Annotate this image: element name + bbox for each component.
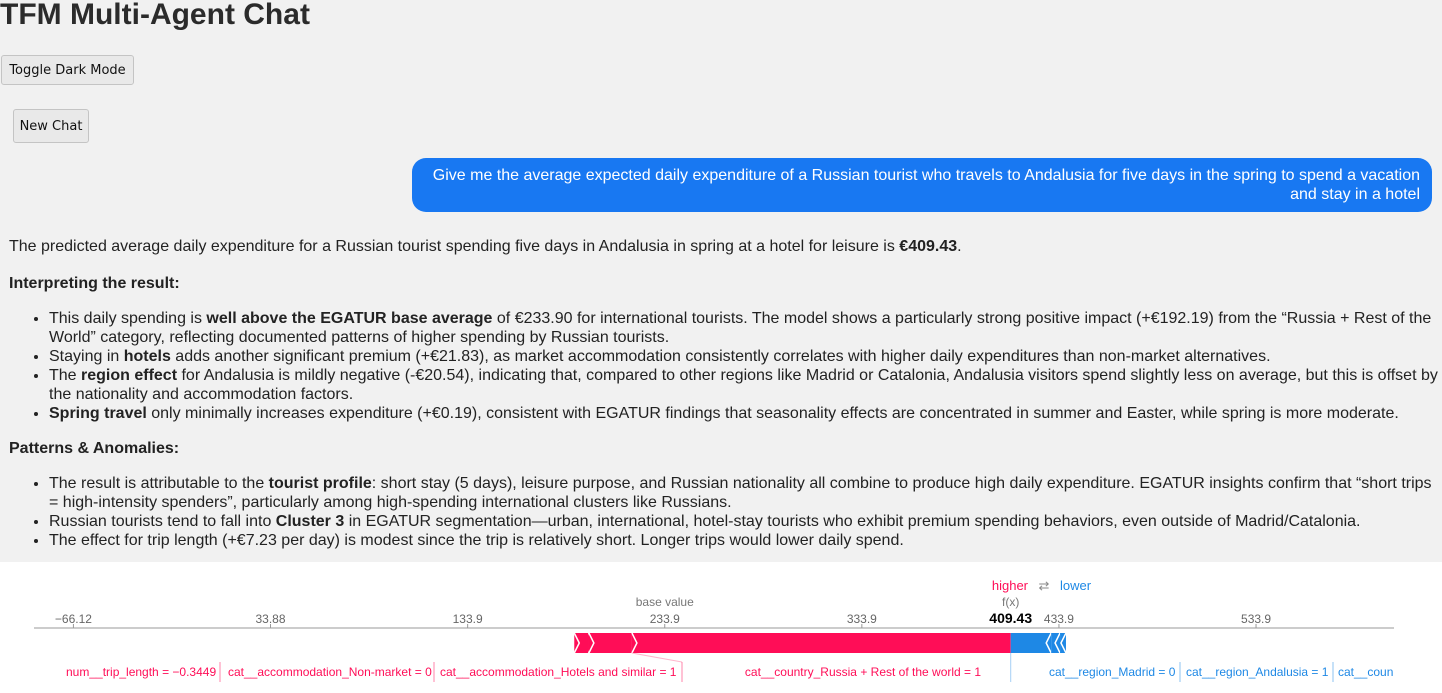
answer-intro-value: €409.43 — [899, 238, 958, 255]
legend-arrows-icon: ⇄ — [1039, 578, 1050, 593]
list-item-bold: Spring travel — [49, 405, 147, 422]
list-item-text: in EGATUR segmentation—urban, internatio… — [344, 513, 1361, 530]
axis-ticks: −66.12 33.88 133.9 233.9 333.9 433.9 533.9 — [55, 612, 1271, 628]
legend-higher: higher — [992, 578, 1029, 593]
fx-label: f(x) — [1002, 595, 1019, 609]
axis-tick-label: 133.9 — [453, 612, 483, 626]
force-plot-svg: higher ⇄ lower base value f(x) 409.43 −6… — [34, 578, 1394, 682]
feature-label-lower: cat__region_Andalusia = 1 — [1186, 665, 1329, 679]
list-item-text: for Andalusia is mildly negative (-€20.5… — [49, 367, 1438, 403]
force-bar-higher — [588, 633, 632, 653]
list-item: The result is attributable to the touris… — [49, 474, 1439, 512]
list-item: Russian tourists tend to fall into Clust… — [49, 512, 1439, 531]
axis-tick-label: 533.9 — [1241, 612, 1271, 626]
force-bar-higher — [631, 633, 1011, 653]
list-item-text: This daily spending is — [49, 310, 207, 327]
feature-label-higher: cat__accommodation_Non-market = 0 — [228, 665, 432, 679]
list-item: Spring travel only minimally increases e… — [49, 404, 1439, 423]
list-item-text: Staying in — [49, 348, 124, 365]
axis-tick-label: 233.9 — [650, 612, 680, 626]
feature-label-higher: cat__country_Russia + Rest of the world … — [745, 665, 981, 679]
feature-label-lower: cat__region_Madrid = 0 — [1049, 665, 1176, 679]
list-item-text: adds another significant premium (+€21.8… — [170, 348, 1271, 365]
assistant-answer: The predicted average daily expenditure … — [9, 237, 1439, 550]
interpreting-list: This daily spending is well above the EG… — [9, 309, 1439, 423]
force-bar-lower — [1010, 633, 1052, 653]
axis-tick-label: 333.9 — [847, 612, 877, 626]
feature-labels: num__trip_length = −0.3449 cat__accommoda… — [66, 652, 1393, 682]
base-value-label: base value — [636, 595, 694, 609]
feature-label-higher: num__trip_length = −0.3449 — [66, 665, 216, 679]
list-item-text: Russian tourists tend to fall into — [49, 513, 276, 530]
axis-tick-label: 33.88 — [255, 612, 285, 626]
new-chat-button[interactable]: New Chat — [13, 109, 89, 143]
list-item: Staying in hotels adds another significa… — [49, 347, 1439, 366]
list-item-text: The result is attributable to the — [49, 475, 269, 492]
list-item-bold: region effect — [81, 367, 178, 384]
force-bars — [573, 632, 1067, 654]
list-item: The region effect for Andalusia is mildl… — [49, 366, 1439, 404]
user-message-bubble: Give me the average expected daily expen… — [412, 158, 1432, 212]
user-message-line: Give me the average expected daily expen… — [432, 167, 1420, 184]
list-item: This daily spending is well above the EG… — [49, 309, 1439, 347]
axis-tick-label: 433.9 — [1044, 612, 1074, 626]
list-item-text: The — [49, 367, 82, 384]
list-item-bold: Cluster 3 — [275, 513, 345, 530]
feature-label-lower: cat__coun — [1338, 665, 1393, 679]
feature-label-higher: cat__accommodation_Hotels and similar = … — [440, 665, 677, 679]
force-plot: higher ⇄ lower base value f(x) 409.43 −6… — [0, 562, 1442, 693]
list-item-text: The effect for trip length (+€7.23 per d… — [49, 532, 904, 549]
list-item-bold: tourist profile — [268, 475, 372, 492]
axis-tick-label: −66.12 — [55, 612, 92, 626]
list-item: The effect for trip length (+€7.23 per d… — [49, 531, 1439, 550]
patterns-list: The result is attributable to the touris… — [9, 474, 1439, 550]
heading-interpreting: Interpreting the result: — [9, 275, 180, 292]
heading-patterns: Patterns & Anomalies: — [9, 440, 180, 457]
user-message-line: and stay in a hotel — [1290, 186, 1420, 203]
feature-connector — [631, 652, 683, 663]
page-title: TFM Multi-Agent Chat — [0, 0, 310, 31]
list-item-bold: hotels — [123, 348, 171, 365]
answer-intro-end: . — [957, 238, 962, 255]
toggle-dark-mode-button[interactable]: Toggle Dark Mode — [1, 55, 134, 85]
list-item-bold: well above the EGATUR base average — [206, 310, 493, 327]
fx-value: 409.43 — [989, 610, 1032, 626]
answer-intro: The predicted average daily expenditure … — [9, 237, 1439, 256]
list-item-text: only minimally increases expenditure (+€… — [146, 405, 1399, 422]
legend-lower: lower — [1060, 578, 1092, 593]
answer-intro-text: The predicted average daily expenditure … — [9, 238, 900, 255]
